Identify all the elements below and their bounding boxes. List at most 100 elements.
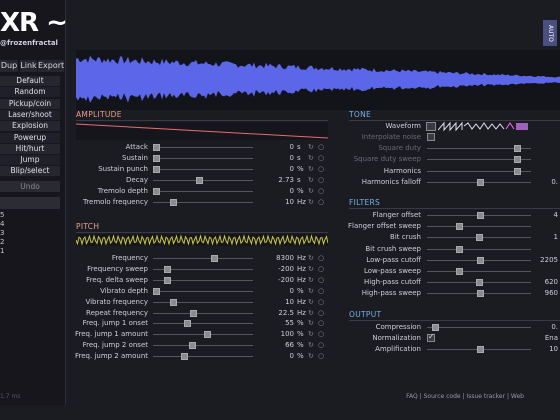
interpolate-noise-checkbox[interactable] bbox=[427, 133, 435, 141]
lock-icon[interactable]: ○ bbox=[318, 175, 324, 186]
decay-slider-handle[interactable] bbox=[195, 176, 203, 184]
reset-icon[interactable]: ↻ bbox=[308, 308, 314, 319]
vibrato-frequency-slider-track[interactable] bbox=[153, 301, 253, 303]
square-duty-slider-handle[interactable] bbox=[514, 145, 522, 153]
bit-crush-sweep-slider-track[interactable] bbox=[427, 248, 531, 250]
history-item[interactable]: 4 bbox=[0, 220, 4, 228]
waveform-selector[interactable] bbox=[438, 121, 530, 132]
lock-icon[interactable]: ○ bbox=[318, 308, 324, 319]
reset-icon[interactable]: ↻ bbox=[308, 153, 314, 164]
decay-slider-track[interactable] bbox=[153, 179, 253, 181]
low-pass-sweep-slider-track[interactable] bbox=[427, 271, 531, 272]
export-button[interactable]: Export bbox=[38, 60, 64, 72]
lock-icon[interactable]: ○ bbox=[318, 197, 324, 208]
freq-jump-2-amount-slider-track[interactable] bbox=[153, 356, 253, 358]
preset-button-laser-shoot[interactable]: Laser/shoot bbox=[0, 109, 60, 120]
low-pass-sweep-slider-handle[interactable] bbox=[456, 268, 464, 275]
tremolo-depth-slider-handle[interactable] bbox=[153, 187, 160, 195]
preset-button-powerup[interactable]: Powerup bbox=[0, 132, 60, 143]
sustain-slider-track[interactable] bbox=[153, 157, 253, 159]
freq-jump-1-amount-slider-track[interactable] bbox=[153, 334, 253, 336]
square-duty-sweep-slider-handle[interactable] bbox=[514, 156, 522, 164]
tremolo-frequency-slider-handle[interactable] bbox=[169, 198, 177, 206]
flanger-offset-sweep-slider-handle[interactable] bbox=[456, 223, 464, 231]
normalization-checkbox[interactable] bbox=[427, 332, 435, 343]
flanger-offset-sweep-slider-track[interactable] bbox=[427, 226, 531, 228]
lock-icon[interactable]: ○ bbox=[318, 253, 324, 264]
freq-jump-1-amount-slider-handle[interactable] bbox=[204, 331, 212, 339]
reset-icon[interactable]: ↻ bbox=[308, 164, 314, 175]
vibrato-depth-slider-track[interactable] bbox=[153, 290, 253, 292]
history-item[interactable]: 5 bbox=[0, 211, 4, 219]
reset-icon[interactable]: ↻ bbox=[308, 297, 314, 308]
lock-icon[interactable]: ○ bbox=[318, 286, 324, 297]
preset-button-hit-hurt[interactable]: Hit/hurt bbox=[0, 143, 60, 154]
preset-button-default[interactable]: Default bbox=[0, 76, 60, 86]
reset-icon[interactable]: ↻ bbox=[308, 351, 314, 362]
reset-icon[interactable]: ↻ bbox=[308, 264, 314, 275]
lock-icon[interactable]: ○ bbox=[318, 264, 324, 275]
preset-button-random[interactable]: Random bbox=[0, 87, 60, 98]
high-pass-cutoff-slider-handle[interactable] bbox=[475, 279, 483, 287]
reset-icon[interactable]: ↻ bbox=[308, 329, 314, 340]
freq-delta-sweep-slider-handle[interactable] bbox=[164, 276, 172, 284]
attack-slider-track[interactable] bbox=[153, 147, 253, 148]
repeat-frequency-slider-handle[interactable] bbox=[190, 309, 198, 317]
reset-icon[interactable]: ↻ bbox=[308, 142, 314, 153]
lock-icon[interactable]: ○ bbox=[318, 318, 324, 329]
reset-icon[interactable]: ↻ bbox=[308, 275, 314, 286]
history-item[interactable]: 2 bbox=[0, 238, 4, 246]
lock-icon[interactable]: ○ bbox=[318, 164, 324, 175]
dup-button[interactable]: Dup bbox=[0, 60, 18, 72]
link-button[interactable]: Link bbox=[20, 60, 37, 72]
flanger-offset-slider-handle[interactable] bbox=[477, 212, 485, 219]
reset-icon[interactable]: ↻ bbox=[308, 175, 314, 186]
repeat-frequency-slider-track[interactable] bbox=[153, 312, 253, 314]
sustain-slider-handle[interactable] bbox=[153, 154, 160, 162]
sustain-punch-slider-track[interactable] bbox=[153, 168, 253, 170]
reset-icon[interactable]: ↻ bbox=[308, 197, 314, 208]
bit-crush-sweep-slider-handle[interactable] bbox=[456, 245, 464, 253]
vibrato-frequency-slider-handle[interactable] bbox=[169, 298, 177, 306]
history-item[interactable]: 1 bbox=[0, 247, 4, 255]
lock-icon[interactable]: ○ bbox=[318, 142, 324, 153]
frequency-sweep-slider-handle[interactable] bbox=[164, 265, 172, 273]
freq-jump-2-onset-slider-handle[interactable] bbox=[189, 342, 197, 350]
tremolo-depth-slider-track[interactable] bbox=[153, 190, 253, 192]
undo-button[interactable]: Undo bbox=[0, 181, 60, 192]
footer-links[interactable]: FAQ | Source code | Issue tracker | Web bbox=[406, 393, 524, 400]
reset-icon[interactable]: ↻ bbox=[308, 340, 314, 351]
low-pass-cutoff-slider-handle[interactable] bbox=[477, 256, 485, 264]
freq-jump-1-onset-slider-track[interactable] bbox=[153, 323, 253, 325]
lock-icon[interactable]: ○ bbox=[318, 351, 324, 362]
preset-button-pickup-coin[interactable]: Pickup/coin bbox=[0, 98, 60, 109]
high-pass-sweep-slider-handle[interactable] bbox=[477, 290, 485, 298]
auto-play-toggle[interactable]: AUTO bbox=[543, 20, 557, 46]
lock-icon[interactable]: ○ bbox=[318, 340, 324, 351]
history-item[interactable]: 3 bbox=[0, 229, 4, 237]
preset-button-explosion[interactable]: Explosion bbox=[0, 121, 60, 132]
freq-jump-1-onset-slider-handle[interactable] bbox=[183, 320, 191, 328]
lock-icon[interactable]: ○ bbox=[318, 329, 324, 340]
reset-icon[interactable]: ↻ bbox=[308, 253, 314, 264]
frequency-slider-track[interactable] bbox=[153, 258, 253, 259]
compression-slider-handle[interactable] bbox=[431, 324, 439, 331]
amplification-slider-handle[interactable] bbox=[477, 346, 485, 354]
lock-icon[interactable]: ○ bbox=[318, 275, 324, 286]
harmonics-falloff-slider-handle[interactable] bbox=[477, 178, 485, 186]
tremolo-frequency-slider-track[interactable] bbox=[153, 201, 253, 203]
compression-slider-track[interactable] bbox=[427, 327, 531, 328]
sustain-punch-slider-handle[interactable] bbox=[153, 165, 160, 173]
lock-icon[interactable]: ○ bbox=[318, 153, 324, 164]
freq-jump-2-amount-slider-handle[interactable] bbox=[180, 353, 188, 361]
reset-icon[interactable]: ↻ bbox=[308, 286, 314, 297]
lock-icon[interactable]: ○ bbox=[318, 297, 324, 308]
preset-button-jump[interactable]: Jump bbox=[0, 155, 60, 166]
reset-icon[interactable]: ↻ bbox=[308, 318, 314, 329]
freq-jump-2-onset-slider-track[interactable] bbox=[153, 345, 253, 347]
waveform-checkbox[interactable] bbox=[426, 122, 436, 131]
vibrato-depth-slider-handle[interactable] bbox=[153, 287, 160, 295]
preset-button-blip-select[interactable]: Blip/select bbox=[0, 166, 60, 177]
lock-icon[interactable]: ○ bbox=[318, 186, 324, 197]
frequency-slider-handle[interactable] bbox=[210, 255, 218, 262]
